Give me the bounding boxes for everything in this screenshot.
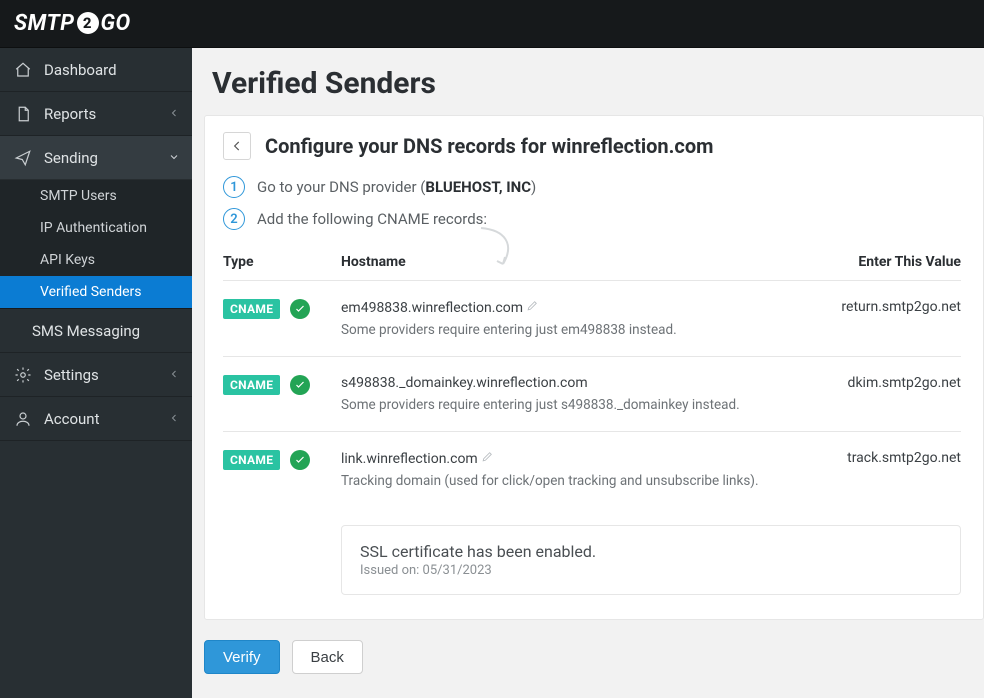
sidebar-sub-label: IP Authentication bbox=[40, 220, 147, 236]
sidebar-item-reports[interactable]: Reports bbox=[0, 92, 192, 136]
chevron-left-icon bbox=[168, 366, 180, 384]
col-value: Enter This Value bbox=[801, 254, 961, 270]
panel-back-button[interactable] bbox=[223, 132, 251, 160]
edit-icon[interactable] bbox=[481, 451, 494, 467]
sidebar-item-label: Settings bbox=[44, 366, 99, 384]
check-ok-icon bbox=[290, 299, 310, 319]
sidebar-item-sms[interactable]: SMS Messaging bbox=[0, 309, 192, 353]
dns-row-value: track.smtp2go.net bbox=[801, 450, 961, 466]
panel-header: Configure your DNS records for winreflec… bbox=[223, 132, 961, 160]
panel-title: Configure your DNS records for winreflec… bbox=[265, 134, 713, 158]
verify-button[interactable]: Verify bbox=[204, 640, 280, 674]
dns-row-host: s498838._domainkey.winreflection.com Som… bbox=[341, 375, 801, 413]
sidebar-item-dashboard[interactable]: Dashboard bbox=[0, 48, 192, 92]
send-icon bbox=[14, 149, 32, 167]
brand-left: SMTP bbox=[14, 11, 75, 36]
cname-badge: CNAME bbox=[223, 375, 280, 395]
step-2-text: Add the following CNAME records: bbox=[257, 210, 487, 228]
step-1-provider: BLUEHOST, INC bbox=[425, 178, 531, 196]
hostname-text: link.winreflection.com bbox=[341, 451, 478, 467]
dns-row-type: CNAME bbox=[223, 375, 341, 395]
sidebar-item-account[interactable]: Account bbox=[0, 397, 192, 441]
sidebar: Dashboard Reports Sending SMTP Users IP … bbox=[0, 48, 192, 698]
sidebar-sub-ip-auth[interactable]: IP Authentication bbox=[0, 212, 192, 244]
sidebar-sub-label: Verified Senders bbox=[40, 284, 142, 300]
dns-row-value: return.smtp2go.net bbox=[801, 299, 961, 315]
dns-row-host: em498838.winreflection.com Some provider… bbox=[341, 299, 801, 338]
step-1-text: Go to your DNS provider (BLUEHOST, INC) bbox=[257, 178, 536, 196]
blank-icon bbox=[14, 322, 32, 340]
check-ok-icon bbox=[290, 375, 310, 395]
dns-row-host: link.winreflection.com Tracking domain (… bbox=[341, 450, 801, 489]
chevron-down-icon bbox=[168, 149, 180, 167]
back-button[interactable]: Back bbox=[292, 640, 363, 674]
panel-actions: Verify Back bbox=[204, 640, 984, 674]
sidebar-item-sending[interactable]: Sending bbox=[0, 136, 192, 180]
sidebar-item-label: Sending bbox=[44, 149, 98, 167]
check-ok-icon bbox=[290, 450, 310, 470]
ssl-status-title: SSL certificate has been enabled. bbox=[360, 542, 942, 561]
gear-icon bbox=[14, 366, 32, 384]
dns-row: CNAME link.winreflection.com Tracking do… bbox=[223, 431, 961, 507]
home-icon bbox=[14, 61, 32, 79]
dns-row-value: dkim.smtp2go.net bbox=[801, 375, 961, 391]
step-1: 1 Go to your DNS provider (BLUEHOST, INC… bbox=[223, 176, 961, 198]
ssl-status-box: SSL certificate has been enabled. Issued… bbox=[341, 525, 961, 595]
sidebar-sub-label: API Keys bbox=[40, 252, 95, 268]
chevron-left-icon bbox=[168, 410, 180, 428]
dns-table-header: Type Hostname Enter This Value bbox=[223, 240, 961, 280]
sidebar-item-label: Reports bbox=[44, 105, 96, 123]
dns-row: CNAME s498838._domainkey.winreflection.c… bbox=[223, 356, 961, 431]
brand-logo[interactable]: SMTP 2 GO bbox=[14, 11, 131, 36]
page-title: Verified Senders bbox=[212, 66, 984, 101]
cname-badge: CNAME bbox=[223, 450, 280, 470]
user-icon bbox=[14, 410, 32, 428]
col-hostname: Hostname bbox=[341, 254, 801, 270]
sidebar-item-label: Account bbox=[44, 410, 100, 428]
sidebar-sub-verified-senders[interactable]: Verified Senders bbox=[0, 276, 192, 308]
hostname-note: Tracking domain (used for click/open tra… bbox=[341, 473, 801, 489]
sidebar-sub-api-keys[interactable]: API Keys bbox=[0, 244, 192, 276]
step-number-icon: 2 bbox=[223, 208, 245, 230]
content: Verified Senders Configure your DNS reco… bbox=[192, 48, 984, 698]
dns-row: CNAME em498838.winreflection.com Some pr… bbox=[223, 280, 961, 356]
step-number-icon: 1 bbox=[223, 176, 245, 198]
sidebar-sub-smtp-users[interactable]: SMTP Users bbox=[0, 180, 192, 212]
hostname-text: em498838.winreflection.com bbox=[341, 300, 523, 316]
dns-row-type: CNAME bbox=[223, 299, 341, 319]
hostname-text: s498838._domainkey.winreflection.com bbox=[341, 375, 588, 391]
step-1-post: ) bbox=[531, 178, 536, 196]
dns-row-type: CNAME bbox=[223, 450, 341, 470]
cname-badge: CNAME bbox=[223, 299, 280, 319]
hostname-note: Some providers require entering just s49… bbox=[341, 397, 801, 413]
sidebar-item-settings[interactable]: Settings bbox=[0, 353, 192, 397]
hostname-note: Some providers require entering just em4… bbox=[341, 322, 801, 338]
edit-icon[interactable] bbox=[526, 300, 539, 316]
topbar: SMTP 2 GO bbox=[0, 0, 984, 48]
sidebar-sub-label: SMTP Users bbox=[40, 188, 117, 204]
step-1-pre: Go to your DNS provider ( bbox=[257, 178, 425, 196]
ssl-status-issued: Issued on: 05/31/2023 bbox=[360, 563, 942, 578]
dns-panel: Configure your DNS records for winreflec… bbox=[204, 115, 984, 620]
sidebar-submenu-sending: SMTP Users IP Authentication API Keys Ve… bbox=[0, 180, 192, 309]
sidebar-item-label: Dashboard bbox=[44, 61, 117, 79]
document-icon bbox=[14, 105, 32, 123]
brand-right: GO bbox=[101, 11, 131, 36]
col-type: Type bbox=[223, 254, 341, 270]
chevron-left-icon bbox=[168, 105, 180, 123]
sidebar-item-label: SMS Messaging bbox=[32, 322, 140, 340]
brand-mid: 2 bbox=[77, 12, 99, 34]
step-2: 2 Add the following CNAME records: bbox=[223, 208, 961, 230]
